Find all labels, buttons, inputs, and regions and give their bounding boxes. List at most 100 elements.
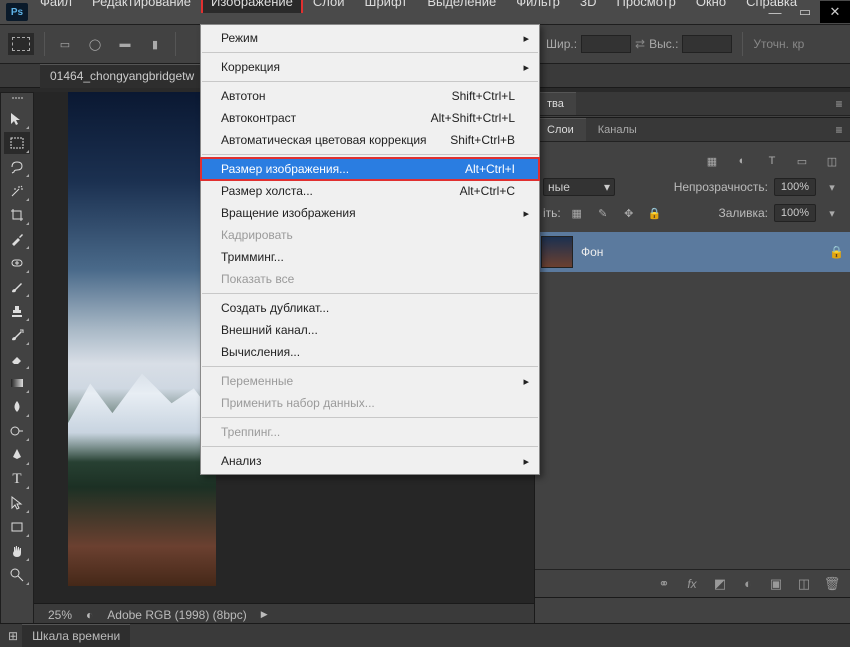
status-arrow-icon[interactable]: ▶ bbox=[261, 609, 268, 620]
gradient-tool[interactable] bbox=[4, 372, 30, 394]
filter-shape-icon[interactable]: ▭ bbox=[792, 152, 812, 170]
panel-menu-icon[interactable]: ≡ bbox=[828, 92, 850, 115]
preview-icon[interactable]: ◐ bbox=[86, 608, 93, 622]
blur-tool[interactable] bbox=[4, 396, 30, 418]
eyedropper-tool[interactable] bbox=[4, 228, 30, 250]
layer-row-background[interactable]: Фон 🔒 bbox=[535, 232, 850, 272]
tab-properties[interactable]: тва bbox=[535, 92, 576, 115]
menuitem--[interactable]: Создать дубликат... bbox=[201, 297, 539, 319]
close-button[interactable]: ✕ bbox=[820, 1, 850, 23]
filter-smart-icon[interactable]: ◫ bbox=[822, 152, 842, 170]
menu-separator bbox=[202, 154, 538, 155]
lasso-tool[interactable] bbox=[4, 156, 30, 178]
marquee-oval-icon[interactable]: ◯ bbox=[85, 35, 105, 53]
menu-изображение[interactable]: Изображение bbox=[201, 0, 303, 13]
tab-layers[interactable]: Слои bbox=[535, 118, 586, 141]
menuitem-label: Внешний канал... bbox=[221, 323, 318, 337]
zoom-tool[interactable] bbox=[4, 564, 30, 586]
crop-tool[interactable] bbox=[4, 204, 30, 226]
menuitem--[interactable]: Внешний канал... bbox=[201, 319, 539, 341]
lock-icon[interactable]: 🔒 bbox=[829, 245, 844, 259]
height-input[interactable] bbox=[682, 35, 732, 53]
lock-paint-icon[interactable]: ✎ bbox=[593, 204, 613, 222]
menu-3d[interactable]: 3D bbox=[570, 0, 607, 13]
marquee-single-col-icon[interactable]: ▮ bbox=[145, 35, 165, 53]
adjustment-layer-icon[interactable]: ◐ bbox=[738, 575, 758, 593]
move-tool[interactable] bbox=[4, 108, 30, 130]
menuitem--[interactable]: Размер изображения...Alt+Ctrl+I bbox=[201, 158, 539, 180]
menu-слои[interactable]: Слои bbox=[303, 0, 355, 13]
menuitem-label: Автоконтраст bbox=[221, 111, 296, 125]
menuitem--[interactable]: Анализ bbox=[201, 450, 539, 472]
menu-фильтр[interactable]: Фильтр bbox=[506, 0, 570, 13]
menu-separator bbox=[202, 293, 538, 294]
menu-окно[interactable]: Окно bbox=[686, 0, 736, 13]
zoom-level[interactable]: 25% bbox=[48, 608, 72, 622]
shape-tool[interactable] bbox=[4, 516, 30, 538]
menu-справка[interactable]: Справка bbox=[736, 0, 807, 13]
menu-separator bbox=[202, 81, 538, 82]
menuitem--: Переменные bbox=[201, 370, 539, 392]
marquee-single-row-icon[interactable]: ▬ bbox=[115, 35, 135, 53]
menu-редактирование[interactable]: Редактирование bbox=[82, 0, 201, 13]
history-brush-tool[interactable] bbox=[4, 324, 30, 346]
menu-шрифт[interactable]: Шрифт bbox=[355, 0, 418, 13]
layers-footer: ⚭ fx ◩ ◐ ▣ ◫ 🗑 bbox=[535, 569, 850, 597]
filter-type-icon[interactable]: T bbox=[762, 152, 782, 170]
menuitem--[interactable]: Размер холста...Alt+Ctrl+C bbox=[201, 180, 539, 202]
timeline-toggle-icon[interactable]: ⊞ bbox=[8, 629, 18, 643]
width-input[interactable] bbox=[581, 35, 631, 53]
layer-name[interactable]: Фон bbox=[581, 245, 821, 259]
layer-mask-icon[interactable]: ◩ bbox=[710, 575, 730, 593]
menu-separator bbox=[202, 52, 538, 53]
eraser-tool[interactable] bbox=[4, 348, 30, 370]
panel-menu-icon[interactable]: ≡ bbox=[828, 118, 850, 141]
menuitem--[interactable]: Коррекция bbox=[201, 56, 539, 78]
menuitem--[interactable]: Вычисления... bbox=[201, 341, 539, 363]
trash-icon[interactable]: 🗑 bbox=[822, 575, 842, 593]
group-icon[interactable]: ▣ bbox=[766, 575, 786, 593]
menuitem--[interactable]: Вращение изображения bbox=[201, 202, 539, 224]
menu-просмотр[interactable]: Просмотр bbox=[607, 0, 686, 13]
layer-thumbnail[interactable] bbox=[541, 236, 573, 268]
path-select-tool[interactable] bbox=[4, 492, 30, 514]
filter-pixel-icon[interactable]: ▦ bbox=[702, 152, 722, 170]
link-layers-icon[interactable]: ⚭ bbox=[654, 575, 674, 593]
canvas-image[interactable] bbox=[68, 92, 216, 586]
dodge-tool[interactable] bbox=[4, 420, 30, 442]
lock-move-icon[interactable]: ✥ bbox=[619, 204, 639, 222]
wand-tool[interactable] bbox=[4, 180, 30, 202]
menuitem--[interactable]: АвтоконтрастAlt+Shift+Ctrl+L bbox=[201, 107, 539, 129]
refine-edge-button[interactable]: Уточн. кр bbox=[753, 37, 804, 51]
menuitem--[interactable]: Режим bbox=[201, 27, 539, 49]
swap-icon[interactable]: ⇄ bbox=[635, 37, 645, 51]
opacity-dropdown-icon[interactable]: ▾ bbox=[822, 178, 842, 196]
fill-input[interactable]: 100% bbox=[774, 204, 816, 222]
menuitem--[interactable]: Тримминг... bbox=[201, 246, 539, 268]
tab-channels[interactable]: Каналы bbox=[586, 118, 649, 141]
brush-tool[interactable] bbox=[4, 276, 30, 298]
lock-all-icon[interactable]: 🔒 bbox=[645, 204, 665, 222]
pen-tool[interactable] bbox=[4, 444, 30, 466]
filter-adjust-icon[interactable]: ◐ bbox=[732, 152, 752, 170]
new-layer-icon[interactable]: ◫ bbox=[794, 575, 814, 593]
blend-mode-select[interactable]: ные▾ bbox=[543, 178, 615, 196]
menuitem--[interactable]: АвтотонShift+Ctrl+L bbox=[201, 85, 539, 107]
document-tab[interactable]: 01464_chongyangbridgetw bbox=[40, 64, 204, 88]
tool-preset[interactable] bbox=[8, 33, 34, 55]
menuitem--[interactable]: Автоматическая цветовая коррекцияShift+C… bbox=[201, 129, 539, 151]
marquee-tool[interactable] bbox=[4, 132, 30, 154]
type-tool[interactable]: T bbox=[4, 468, 30, 490]
layer-fx-icon[interactable]: fx bbox=[682, 575, 702, 593]
lock-trans-icon[interactable]: ▦ bbox=[567, 204, 587, 222]
hand-tool[interactable] bbox=[4, 540, 30, 562]
fill-dropdown-icon[interactable]: ▾ bbox=[822, 204, 842, 222]
stamp-tool[interactable] bbox=[4, 300, 30, 322]
menu-выделение[interactable]: Выделение bbox=[417, 0, 506, 13]
menu-файл[interactable]: Файл bbox=[30, 0, 82, 13]
marquee-rect-icon[interactable]: ▭ bbox=[55, 35, 75, 53]
color-profile: Adobe RGB (1998) (8bpc) bbox=[107, 608, 246, 622]
heal-tool[interactable] bbox=[4, 252, 30, 274]
timeline-tab[interactable]: Шкала времени bbox=[22, 624, 130, 647]
opacity-input[interactable]: 100% bbox=[774, 178, 816, 196]
